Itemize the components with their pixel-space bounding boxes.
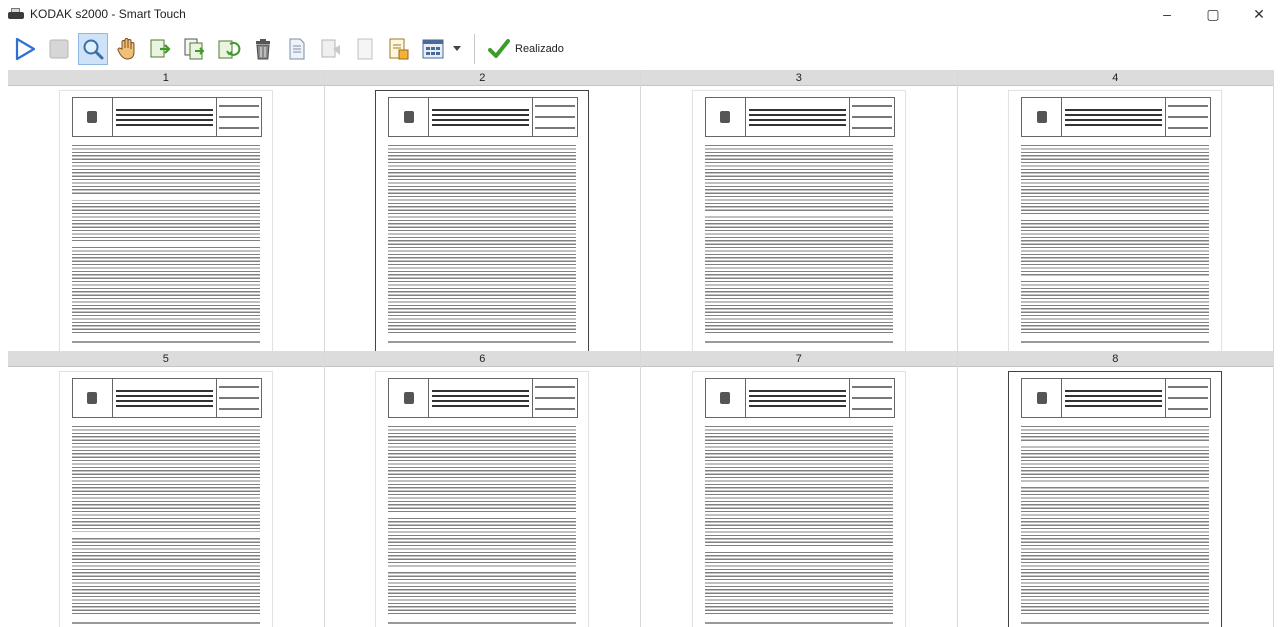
zoom-button[interactable] bbox=[78, 33, 108, 65]
hand-icon bbox=[117, 38, 135, 60]
page-thumbnail[interactable]: 1 bbox=[8, 70, 325, 351]
document-text bbox=[704, 145, 893, 333]
blank-page-button[interactable] bbox=[350, 33, 380, 65]
document-footer bbox=[71, 622, 260, 624]
stop-icon bbox=[49, 39, 69, 59]
page-number: 3 bbox=[641, 70, 957, 86]
copy-page-button[interactable] bbox=[180, 33, 210, 65]
seal-icon bbox=[87, 111, 98, 123]
page-thumbnail[interactable]: 8 bbox=[957, 351, 1274, 627]
title-bar: KODAK s2000 - Smart Touch – ▢ ✕ bbox=[0, 0, 1282, 28]
window-controls: – ▢ ✕ bbox=[1144, 0, 1282, 28]
document-text bbox=[1021, 145, 1210, 333]
insert-button[interactable] bbox=[316, 33, 346, 65]
document-header bbox=[388, 97, 579, 137]
page-number: 4 bbox=[957, 70, 1273, 86]
done-label: Realizado bbox=[515, 43, 564, 55]
toolbar: Realizado bbox=[0, 28, 1282, 70]
document-text bbox=[388, 145, 577, 333]
blank-page-icon bbox=[357, 38, 373, 60]
page-image bbox=[691, 90, 906, 351]
document-icon bbox=[289, 38, 305, 60]
seal-icon bbox=[720, 392, 731, 404]
page-thumbnail-grid: 1 2 3 4 5 6 7 8 bbox=[8, 70, 1274, 627]
maximize-button[interactable]: ▢ bbox=[1190, 0, 1236, 28]
page-image bbox=[691, 371, 906, 627]
copy-page-icon bbox=[184, 38, 205, 60]
document-footer bbox=[71, 341, 260, 343]
page-image bbox=[375, 90, 590, 351]
edit-document-button[interactable] bbox=[384, 33, 414, 65]
edit-document-icon bbox=[389, 38, 409, 60]
scanner-app-icon bbox=[8, 8, 24, 20]
page-image bbox=[375, 371, 590, 627]
document-footer bbox=[704, 622, 893, 624]
scan-insert-icon bbox=[321, 39, 340, 58]
document-header bbox=[704, 97, 895, 137]
page-thumbnail[interactable]: 2 bbox=[324, 70, 641, 351]
page-number: 5 bbox=[8, 351, 324, 367]
document-header bbox=[704, 378, 895, 418]
page-number: 1 bbox=[8, 70, 324, 86]
document-footer bbox=[1021, 622, 1210, 624]
page-image bbox=[58, 371, 273, 627]
toolbar-separator bbox=[474, 34, 475, 64]
document-header bbox=[1021, 378, 1212, 418]
delete-button[interactable] bbox=[248, 33, 278, 65]
stop-button[interactable] bbox=[44, 33, 74, 65]
document-text bbox=[71, 145, 260, 333]
document-button[interactable] bbox=[282, 33, 312, 65]
page-thumbnail[interactable]: 7 bbox=[641, 351, 958, 627]
seal-icon bbox=[403, 111, 414, 123]
play-icon bbox=[15, 37, 36, 61]
seal-icon bbox=[720, 111, 731, 123]
move-page-button[interactable] bbox=[146, 33, 176, 65]
page-thumbnail[interactable]: 6 bbox=[324, 351, 641, 627]
play-button[interactable] bbox=[10, 33, 40, 65]
move-page-icon bbox=[150, 39, 171, 58]
document-header bbox=[1021, 97, 1212, 137]
document-header bbox=[71, 378, 262, 418]
seal-icon bbox=[1036, 392, 1047, 404]
document-text bbox=[388, 426, 577, 614]
page-number: 2 bbox=[324, 70, 640, 86]
layout-button[interactable] bbox=[418, 33, 448, 65]
zoom-icon bbox=[83, 39, 104, 60]
document-footer bbox=[388, 622, 577, 624]
delete-icon bbox=[256, 39, 270, 60]
layout-grid-icon bbox=[422, 39, 444, 59]
seal-icon bbox=[1036, 111, 1047, 123]
layout-dropdown[interactable] bbox=[452, 34, 462, 64]
page-thumbnail[interactable]: 4 bbox=[957, 70, 1274, 351]
page-number: 7 bbox=[641, 351, 957, 367]
close-button[interactable]: ✕ bbox=[1236, 0, 1282, 28]
document-footer bbox=[388, 341, 577, 343]
page-image bbox=[58, 90, 273, 351]
page-image bbox=[1008, 371, 1223, 627]
seal-icon bbox=[87, 392, 98, 404]
chevron-down-icon bbox=[453, 46, 461, 51]
document-footer bbox=[1021, 341, 1210, 343]
document-footer bbox=[704, 341, 893, 343]
window-title: KODAK s2000 - Smart Touch bbox=[30, 7, 186, 21]
pan-button[interactable] bbox=[112, 33, 142, 65]
document-header bbox=[71, 97, 262, 137]
rotate-page-icon bbox=[218, 40, 241, 59]
page-thumbnail[interactable]: 3 bbox=[641, 70, 958, 351]
page-thumbnail[interactable]: 5 bbox=[8, 351, 325, 627]
minimize-button[interactable]: – bbox=[1144, 0, 1190, 28]
document-text bbox=[1021, 426, 1210, 614]
checkmark-icon bbox=[488, 39, 510, 58]
page-number: 8 bbox=[957, 351, 1273, 367]
page-number: 6 bbox=[324, 351, 640, 367]
done-button[interactable]: Realizado bbox=[483, 33, 568, 65]
page-image bbox=[1008, 90, 1223, 351]
seal-icon bbox=[403, 392, 414, 404]
rotate-page-button[interactable] bbox=[214, 33, 244, 65]
document-header bbox=[388, 378, 579, 418]
document-text bbox=[71, 426, 260, 614]
document-text bbox=[704, 426, 893, 614]
